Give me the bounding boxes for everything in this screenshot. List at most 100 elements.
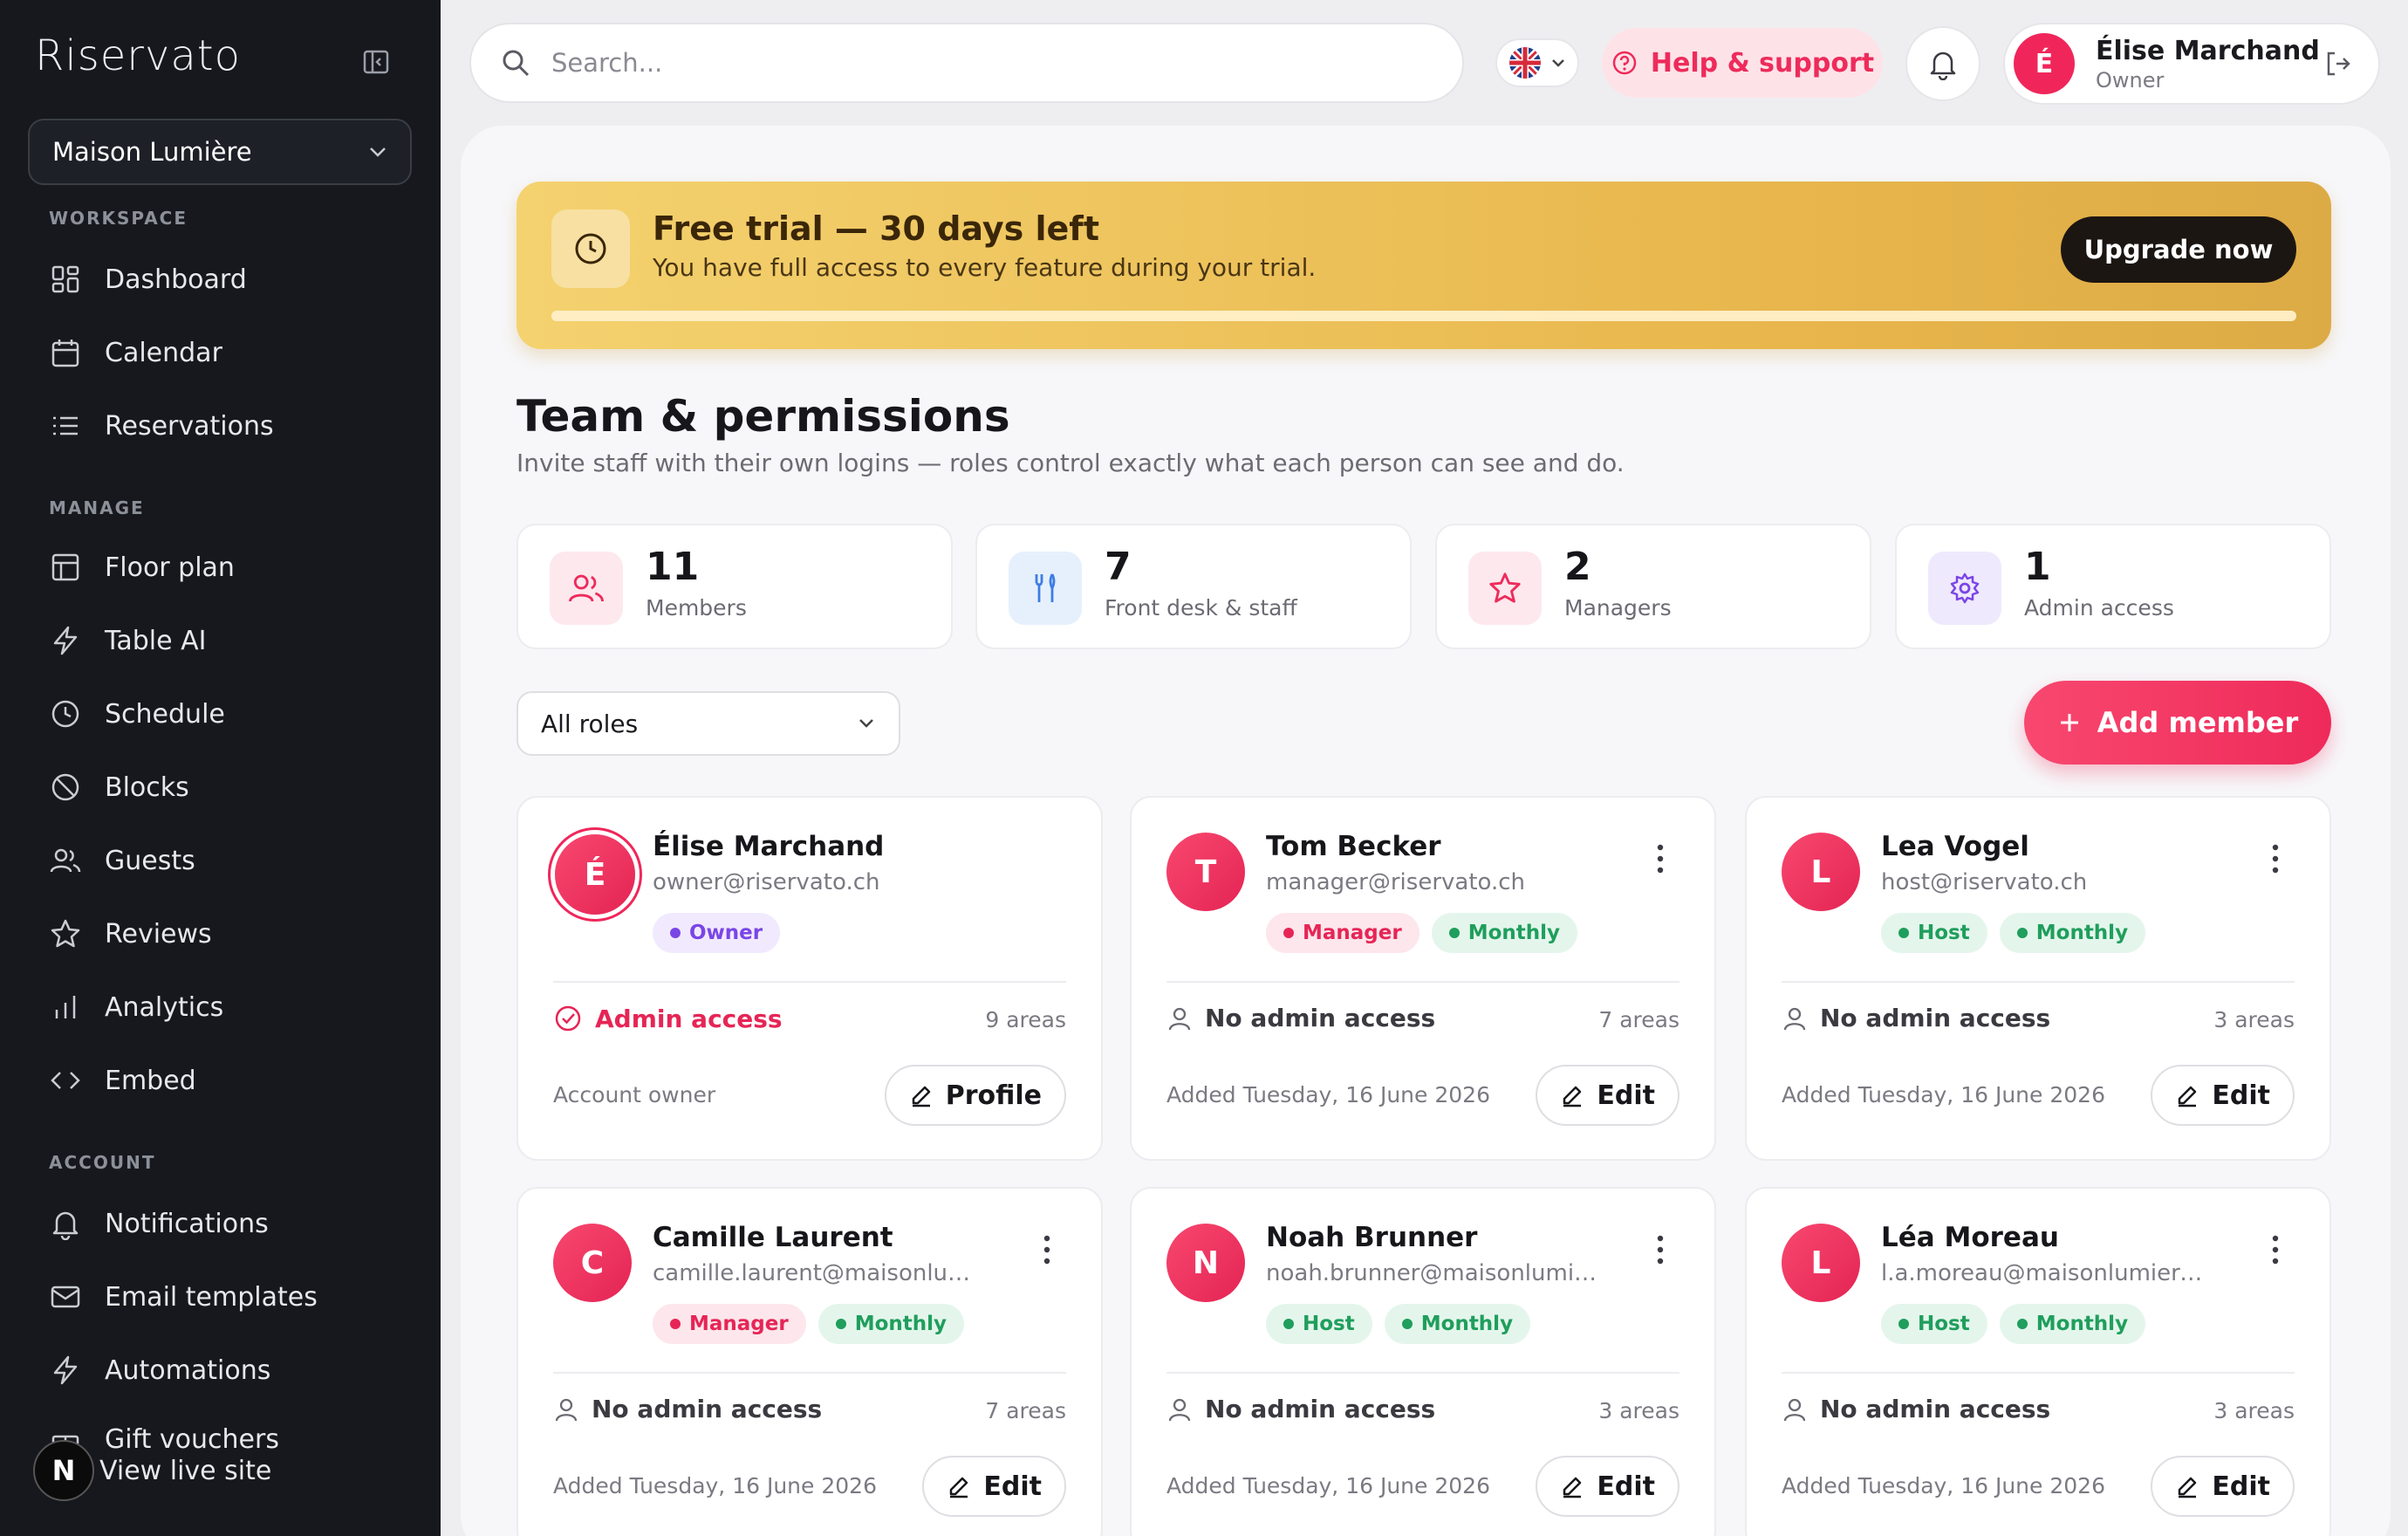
badge-label: Monthly: [854, 1313, 947, 1335]
member-footer-text: Added Tuesday, 16 June 2026: [1782, 1082, 2105, 1107]
member-card: L Lea Vogel host@riservato.ch Host Monthl…: [1745, 796, 2331, 1161]
help-support-button[interactable]: Help & support: [1602, 28, 1883, 98]
stat-label: Admin access: [2024, 595, 2174, 621]
areas-count: 3 areas: [2213, 1007, 2295, 1032]
upgrade-now-button[interactable]: Upgrade now: [2061, 216, 2296, 283]
more-options-icon[interactable]: [1042, 1234, 1052, 1265]
trial-progress-fill: [551, 311, 2296, 321]
logout-icon[interactable]: [2322, 48, 2354, 79]
badge-dot: [1448, 928, 1460, 938]
sidebar-item-label: Dashboard: [105, 264, 247, 295]
divider: [553, 981, 1066, 983]
monthly-badge: Monthly: [1431, 913, 1578, 953]
sidebar-item-embed[interactable]: Embed: [49, 1054, 415, 1107]
trial-progress-bar: [551, 311, 2296, 321]
member-footer-text: Account owner: [553, 1082, 716, 1107]
stat-value: 2: [1564, 545, 1591, 589]
more-options-icon[interactable]: [2270, 843, 2281, 874]
sidebar-item-blocks[interactable]: Blocks: [49, 761, 415, 813]
access-status: No admin access: [1166, 1395, 1435, 1423]
areas-count: 3 areas: [2213, 1398, 2295, 1423]
pencil-icon: [1563, 1477, 1582, 1498]
edit-button[interactable]: Edit: [922, 1456, 1066, 1517]
add-member-button[interactable]: Add member: [2024, 681, 2331, 765]
badge-dot: [2016, 1319, 2028, 1329]
user-icon: [1168, 1007, 1191, 1030]
member-email: l.a.moreau@maisonlumiere.ch: [1881, 1260, 2213, 1286]
more-options-icon[interactable]: [2270, 1234, 2281, 1265]
plus-icon: [2060, 714, 2078, 731]
sidebar-item-notifications[interactable]: Notifications: [49, 1197, 415, 1250]
sidebar-item-table-ai[interactable]: Table AI: [49, 614, 415, 667]
chevron-down-icon: [370, 147, 386, 157]
search-input[interactable]: [551, 48, 1433, 78]
sidebar-item-schedule[interactable]: Schedule: [49, 688, 415, 740]
member-footer-text: Added Tuesday, 16 June 2026: [1166, 1473, 1490, 1498]
view-live-site-link[interactable]: N View live site: [33, 1440, 271, 1501]
badge-label: Monthly: [2035, 922, 2129, 944]
access-label: No admin access: [1205, 1395, 1436, 1423]
cutlery-icon: [1009, 552, 1082, 625]
stat-card-managers: 2 Managers: [1435, 524, 1871, 649]
member-name: Noah Brunner: [1266, 1222, 1478, 1253]
language-selector[interactable]: [1495, 38, 1579, 87]
live-site-badge: N: [33, 1440, 94, 1501]
access-label: No admin access: [1820, 1004, 2051, 1032]
stat-value: 7: [1105, 545, 1132, 589]
sidebar-item-reservations[interactable]: Reservations: [49, 400, 415, 452]
member-card: É Élise Marchand owner@riservato.ch Owne…: [516, 796, 1103, 1161]
sidebar-item-calendar[interactable]: Calendar: [49, 326, 415, 379]
monthly-badge: Monthly: [817, 1304, 965, 1344]
pencil-icon: [950, 1477, 968, 1498]
venue-selector[interactable]: Maison Lumière: [28, 119, 412, 185]
monthly-badge: Monthly: [1999, 1304, 2146, 1344]
sidebar-item-analytics[interactable]: Analytics: [49, 981, 415, 1033]
access-status: Admin access: [553, 1004, 783, 1033]
help-icon: [1612, 51, 1637, 75]
user-icon: [555, 1398, 578, 1421]
edit-button[interactable]: Edit: [1536, 1065, 1679, 1126]
user-menu[interactable]: É Élise Marchand Owner: [2003, 23, 2380, 105]
host-badge: Host: [1266, 1304, 1372, 1344]
access-label: No admin access: [1205, 1004, 1436, 1032]
sidebar-item-dashboard[interactable]: Dashboard: [49, 253, 415, 305]
notifications-button[interactable]: [1905, 26, 1980, 101]
stat-value: 11: [646, 545, 700, 589]
access-status: No admin access: [1166, 1004, 1435, 1032]
sidebar-item-floor-plan[interactable]: Floor plan: [49, 541, 415, 593]
sidebar-item-reviews[interactable]: Reviews: [49, 908, 415, 960]
edit-button[interactable]: Edit: [1536, 1456, 1679, 1517]
sidebar-item-label: Analytics: [105, 991, 224, 1023]
profile-button[interactable]: Profile: [884, 1065, 1066, 1126]
dashboard-icon: [51, 265, 79, 293]
divider: [1166, 981, 1679, 983]
manager-badge: Manager: [1266, 913, 1419, 953]
more-options-icon[interactable]: [1655, 1234, 1666, 1265]
member-footer-text: Added Tuesday, 16 June 2026: [1166, 1082, 1490, 1107]
edit-button[interactable]: Edit: [2151, 1065, 2295, 1126]
monthly-badge: Monthly: [1384, 1304, 1531, 1344]
sidebar-item-label: Notifications: [105, 1208, 269, 1239]
search-bar[interactable]: [469, 23, 1464, 103]
areas-count: 3 areas: [1598, 1398, 1679, 1423]
member-card: T Tom Becker manager@riservato.ch Manage…: [1130, 796, 1716, 1161]
edit-button[interactable]: Edit: [2151, 1456, 2295, 1517]
stat-label: Managers: [1564, 595, 1672, 621]
divider: [1782, 1372, 2295, 1374]
sidebar-item-email-templates[interactable]: Email templates: [49, 1271, 415, 1323]
brand-logo[interactable]: Riservato: [35, 31, 241, 80]
pencil-icon: [912, 1086, 930, 1107]
role-filter-select[interactable]: All roles: [516, 691, 900, 756]
member-name: Élise Marchand: [653, 831, 885, 862]
sidebar-item-guests[interactable]: Guests: [49, 834, 415, 887]
code-icon: [51, 1072, 80, 1089]
more-options-icon[interactable]: [1655, 843, 1666, 874]
bar-chart-icon: [55, 996, 76, 1018]
add-member-label: Add member: [2097, 706, 2299, 739]
sidebar-collapse-icon[interactable]: [363, 49, 389, 75]
member-name: Tom Becker: [1266, 831, 1441, 862]
manager-badge: Manager: [653, 1304, 806, 1344]
sidebar-item-automations[interactable]: Automations: [49, 1344, 415, 1396]
badge-dot: [1401, 1319, 1413, 1329]
user-role: Owner: [2096, 67, 2165, 93]
